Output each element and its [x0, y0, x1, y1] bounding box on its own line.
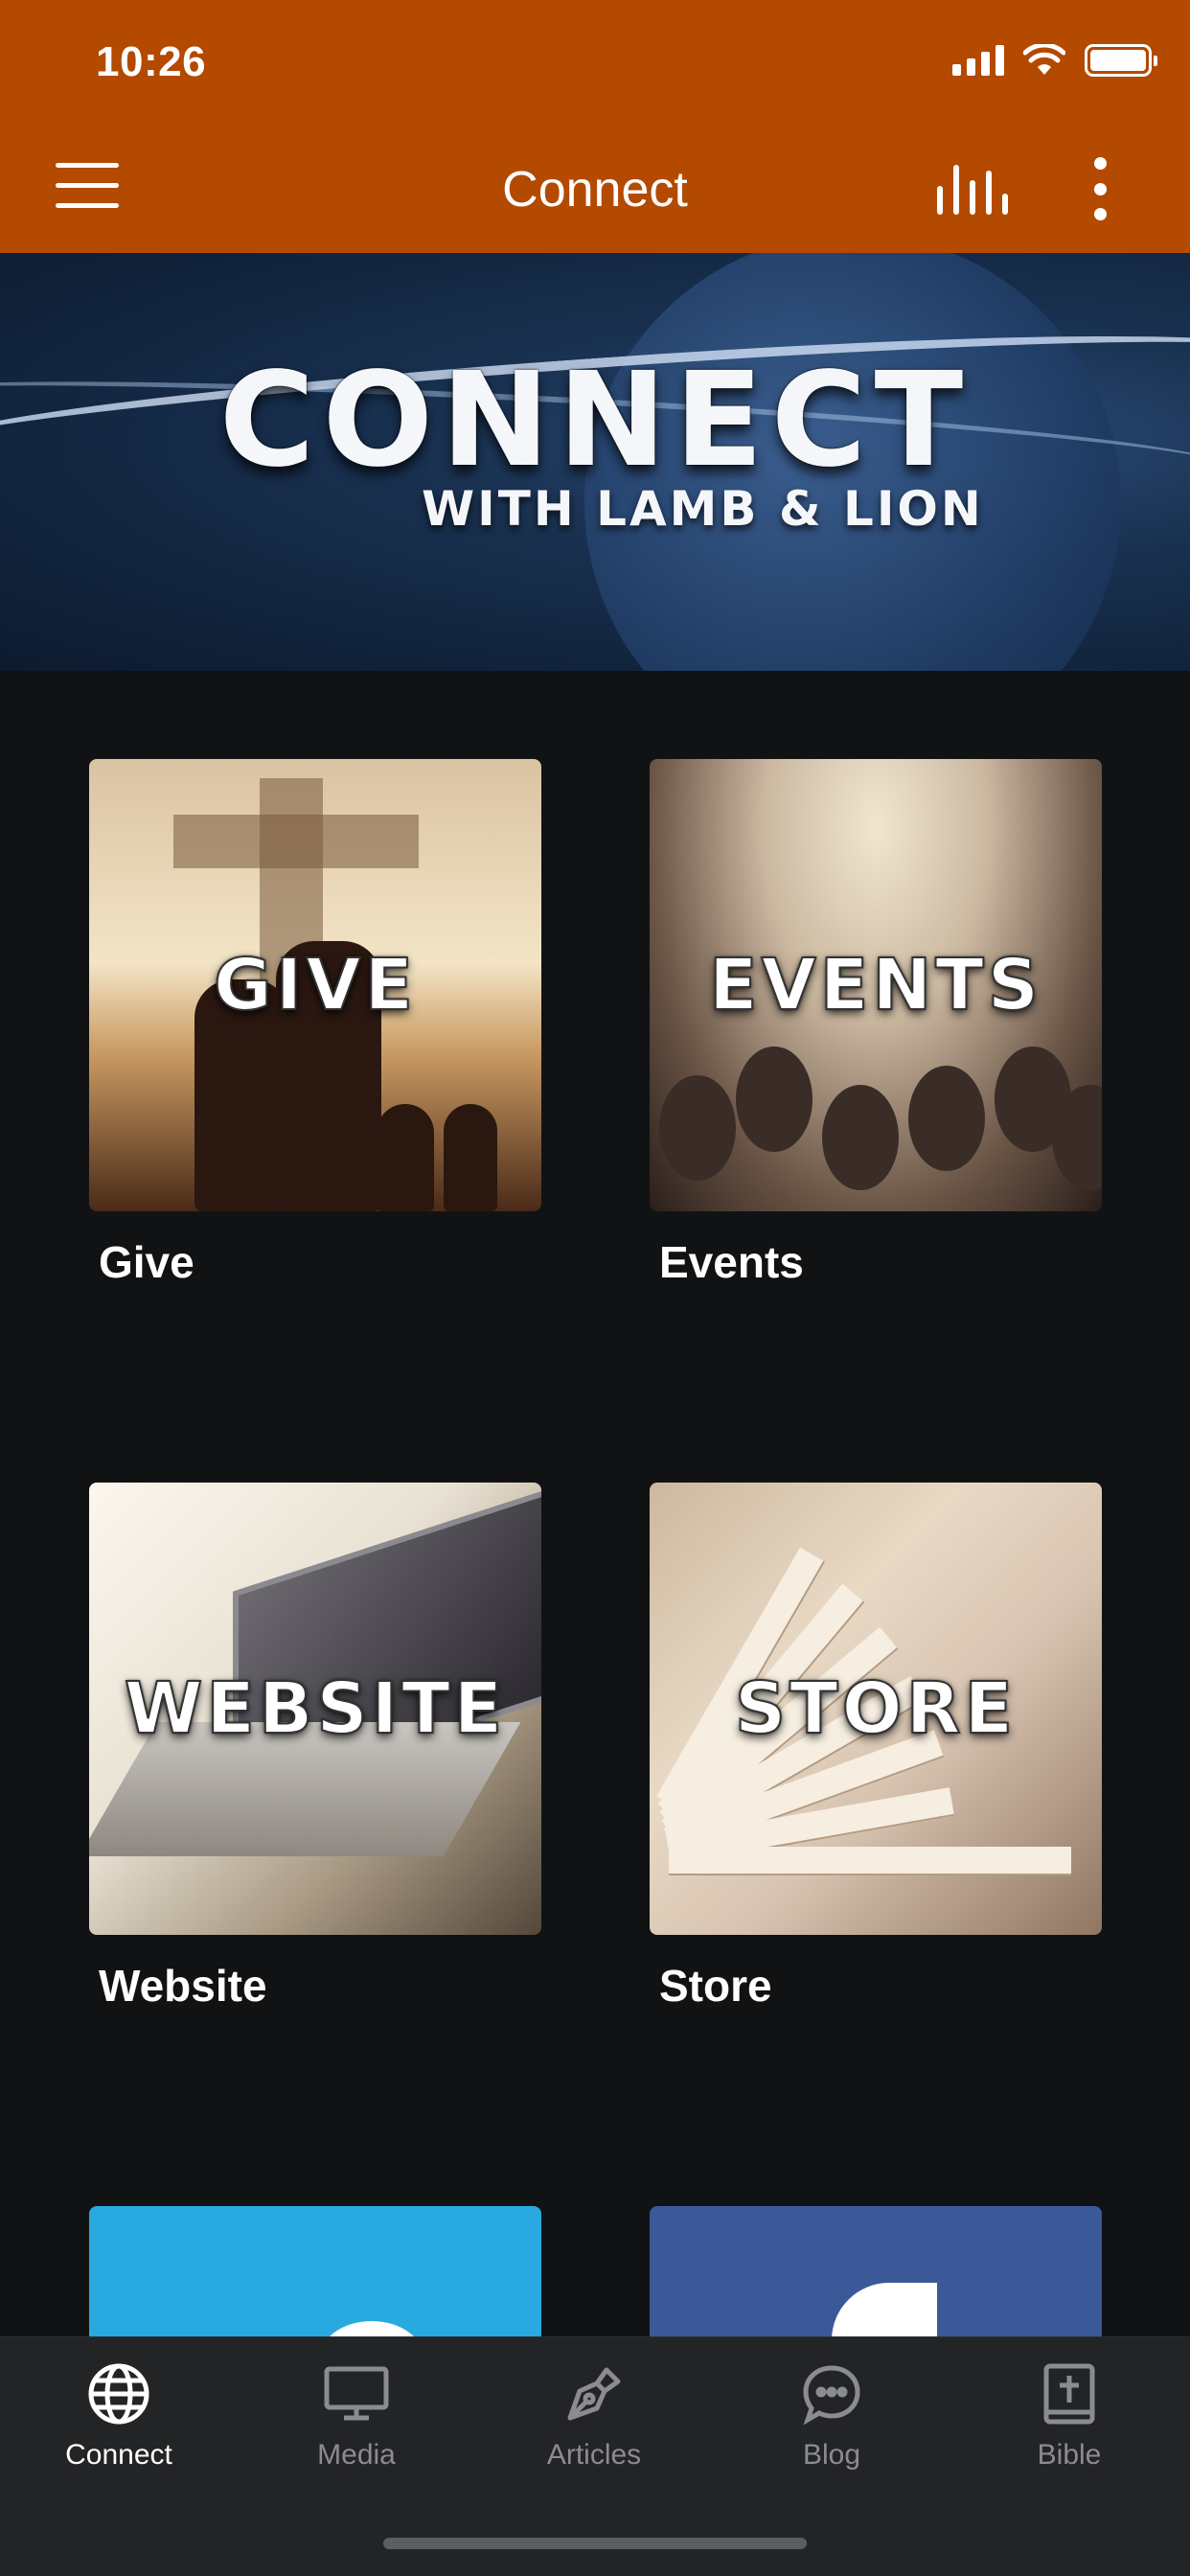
banner-title: CONNECT: [218, 345, 972, 496]
bible-icon: [1036, 2360, 1103, 2427]
pen-nib-icon: [561, 2360, 628, 2427]
wifi-icon: [1023, 44, 1065, 75]
tab-articles[interactable]: Articles: [475, 2337, 713, 2500]
globe-icon: [85, 2360, 152, 2427]
more-options-icon[interactable]: [1086, 157, 1114, 220]
tab-bible[interactable]: Bible: [950, 2337, 1188, 2500]
give-image: GIVE: [89, 759, 541, 1211]
tab-label: Blog: [802, 2439, 861, 2471]
tile-label: Give: [99, 1237, 195, 1287]
cellular-signal-icon: [952, 45, 1004, 76]
status-icons: [952, 44, 1157, 77]
tile-give[interactable]: GIVE Give: [89, 759, 541, 1288]
battery-icon: [1085, 44, 1157, 77]
tab-label: Media: [317, 2439, 396, 2471]
top-app-bar: 10:26 Connect: [0, 0, 1190, 253]
tab-connect[interactable]: Connect: [0, 2337, 238, 2500]
tile-label: Events: [659, 1237, 804, 1287]
tile-label: Store: [659, 1961, 772, 2011]
banner-subtitle: WITH LAMB & LION: [422, 481, 984, 537]
store-overlay-text: STORE: [734, 1667, 1018, 1751]
home-indicator[interactable]: [383, 2538, 807, 2549]
tab-label: Bible: [1037, 2439, 1102, 2471]
website-image: WEBSITE: [89, 1483, 541, 1935]
tile-label: Website: [99, 1961, 267, 2011]
tab-label: Articles: [546, 2439, 642, 2471]
status-time: 10:26: [96, 38, 207, 85]
give-overlay-text: GIVE: [213, 943, 418, 1027]
tab-blog[interactable]: Blog: [713, 2337, 950, 2500]
connect-banner: CONNECT WITH LAMB & LION: [0, 253, 1190, 671]
tile-store[interactable]: STORE Store: [650, 1483, 1102, 2012]
website-overlay-text: WEBSITE: [124, 1667, 507, 1751]
events-overlay-text: EVENTS: [708, 943, 1043, 1027]
page-title: Connect: [502, 162, 688, 218]
tab-media[interactable]: Media: [238, 2337, 475, 2500]
monitor-icon: [323, 2360, 390, 2427]
events-image: EVENTS: [650, 759, 1102, 1211]
chat-bubble-icon: [798, 2360, 865, 2427]
audio-player-icon[interactable]: [937, 165, 1008, 215]
tile-website[interactable]: WEBSITE Website: [89, 1483, 541, 2012]
store-image: STORE: [650, 1483, 1102, 1935]
tile-events[interactable]: EVENTS Events: [650, 759, 1102, 1288]
tab-label: Connect: [65, 2439, 172, 2471]
